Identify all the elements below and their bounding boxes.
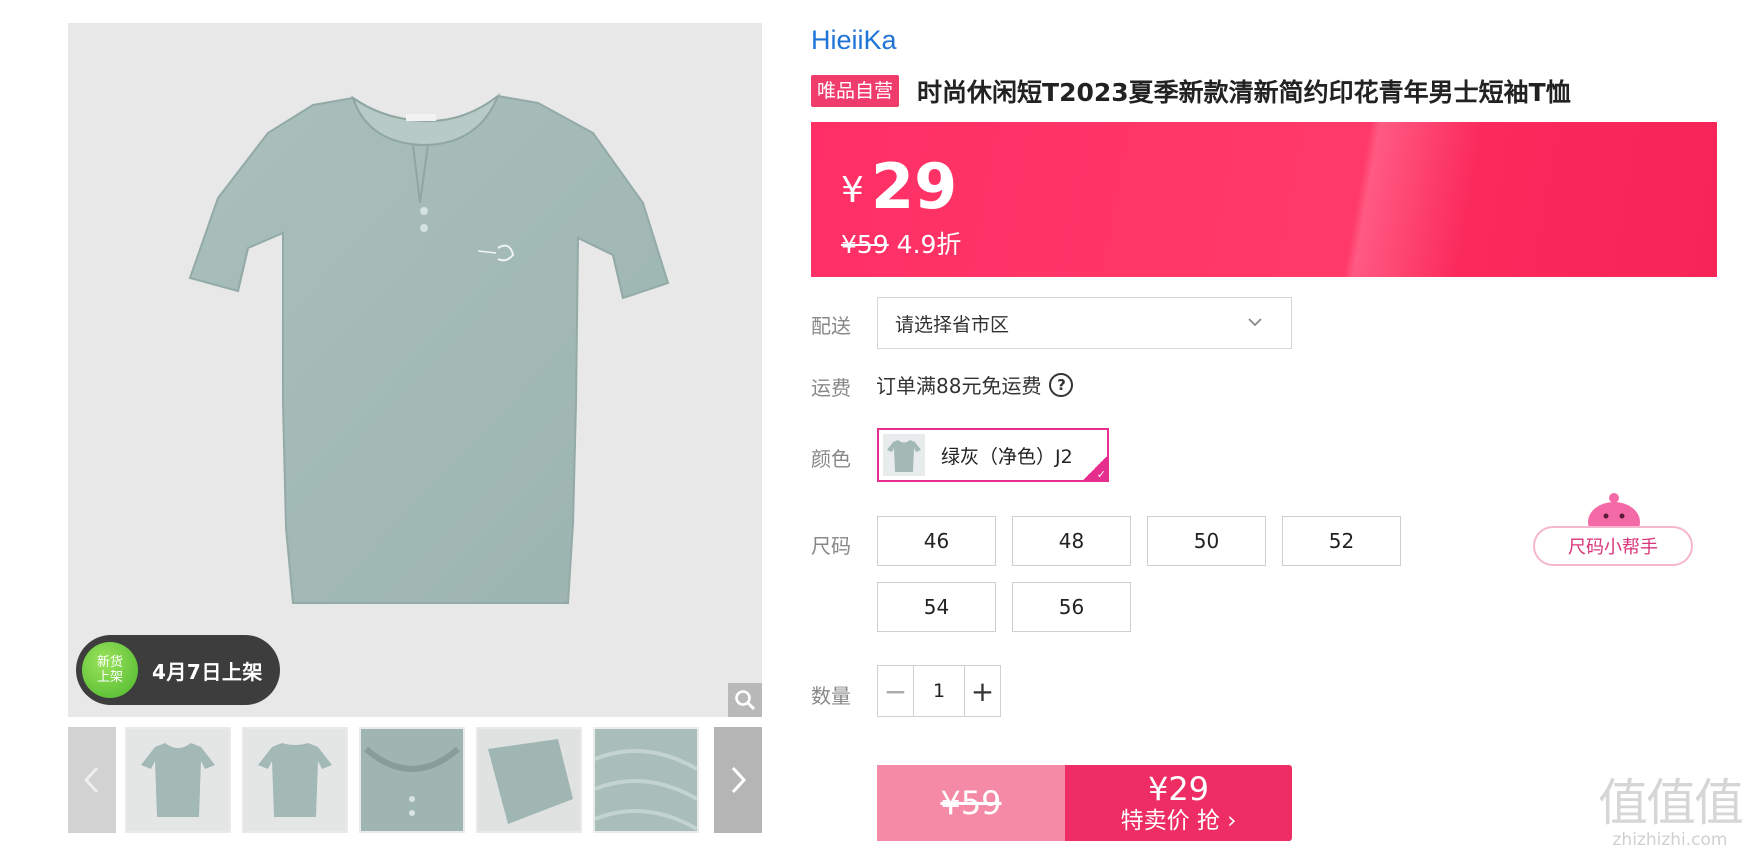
chevron-left-icon bbox=[83, 766, 99, 794]
color-swatch-image bbox=[883, 434, 925, 476]
currency-symbol: ¥ bbox=[841, 170, 864, 211]
collar-detail-thumb bbox=[361, 729, 463, 831]
title-row: 唯品自营 时尚休闲短T2023夏季新款清新简约印花青年男士短袖T恤 bbox=[811, 73, 1571, 109]
size-label: 尺码 bbox=[811, 534, 851, 558]
shipping-info: 订单满88元免运费 ? bbox=[876, 370, 1074, 399]
magnifier-icon bbox=[735, 690, 756, 711]
buy-cta-label: 特卖价 抢 › bbox=[1120, 808, 1237, 834]
color-option-selected[interactable]: 绿灰（净色）J2 ✓ bbox=[877, 428, 1109, 482]
brand-name[interactable]: HieiiKa bbox=[811, 25, 897, 56]
tshirt-image bbox=[188, 92, 670, 604]
thumbnail-back[interactable] bbox=[242, 727, 348, 833]
badge-line2: 上架 bbox=[96, 670, 123, 685]
thumb-next-button[interactable] bbox=[714, 727, 762, 833]
color-option-label: 绿灰（净色）J2 bbox=[941, 445, 1073, 468]
thumbnail-sleeve[interactable] bbox=[476, 727, 582, 833]
quantity-plus-button[interactable]: + bbox=[964, 666, 1000, 716]
buy-sale-price: ¥29 bbox=[1147, 770, 1210, 808]
original-price: ¥59 bbox=[841, 230, 889, 259]
size-option-52[interactable]: 52 bbox=[1282, 516, 1401, 566]
quantity-value[interactable]: 1 bbox=[914, 666, 964, 716]
size-option-54[interactable]: 54 bbox=[877, 582, 996, 632]
tshirt-front-thumb bbox=[127, 729, 229, 831]
chevron-right-icon bbox=[731, 766, 747, 794]
chevron-down-icon bbox=[1248, 318, 1262, 327]
region-placeholder: 请选择省市区 bbox=[895, 313, 1010, 336]
help-icon[interactable]: ? bbox=[1049, 372, 1074, 397]
badge-line1: 新货 bbox=[96, 655, 123, 670]
sleeve-detail-thumb bbox=[478, 729, 580, 831]
current-price: 29 bbox=[871, 150, 958, 223]
selected-corner: ✓ bbox=[1082, 455, 1107, 481]
thumbnail-collar[interactable] bbox=[359, 727, 465, 833]
size-option-46[interactable]: 46 bbox=[877, 516, 996, 566]
size-helper-button[interactable]: 尺码小帮手 bbox=[1533, 526, 1693, 566]
watermark: 值值值 zhizhizhi.com bbox=[1598, 774, 1744, 850]
quantity-label: 数量 bbox=[811, 684, 851, 708]
original-price-line: ¥59 4.9折 bbox=[841, 225, 961, 261]
delivery-label: 配送 bbox=[811, 314, 851, 338]
quantity-minus-button[interactable]: − bbox=[878, 666, 914, 716]
original-price-block: ¥59 bbox=[877, 765, 1065, 841]
new-arrival-icon: 新货 上架 bbox=[82, 642, 138, 698]
watermark-logo: 值值值 bbox=[1598, 774, 1744, 832]
zoom-button[interactable] bbox=[728, 683, 762, 717]
thumbnail-fabric[interactable] bbox=[593, 727, 699, 833]
thumb-prev-button[interactable] bbox=[68, 727, 116, 833]
arrival-date: 4月7日上架 bbox=[152, 659, 263, 684]
tshirt-back-thumb bbox=[244, 729, 346, 831]
shipping-text: 订单满88元免运费 bbox=[876, 374, 1042, 398]
checkmark-icon: ✓ bbox=[1096, 468, 1106, 481]
thumbnail-front[interactable] bbox=[125, 727, 231, 833]
main-product-image[interactable]: 新货 上架 4月7日上架 bbox=[68, 23, 762, 717]
self-operated-tag: 唯品自营 bbox=[811, 75, 900, 107]
quantity-stepper: − 1 + bbox=[877, 665, 1001, 717]
color-label: 颜色 bbox=[811, 447, 851, 471]
size-option-50[interactable]: 50 bbox=[1147, 516, 1266, 566]
buy-original-price: ¥59 bbox=[940, 784, 1002, 822]
watermark-url: zhizhizhi.com bbox=[1612, 830, 1728, 850]
product-title: 时尚休闲短T2023夏季新款清新简约印花青年男士短袖T恤 bbox=[917, 78, 1571, 107]
region-select[interactable]: 请选择省市区 bbox=[877, 297, 1292, 349]
discount: 4.9折 bbox=[896, 230, 962, 259]
size-option-56[interactable]: 56 bbox=[1012, 582, 1131, 632]
shipping-label: 运费 bbox=[811, 376, 851, 400]
thumbnail-strip bbox=[68, 727, 762, 833]
price-banner: ¥ 29 ¥59 4.9折 bbox=[811, 122, 1717, 277]
size-option-48[interactable]: 48 bbox=[1012, 516, 1131, 566]
fabric-detail-thumb bbox=[595, 729, 697, 831]
new-arrival-badge: 新货 上架 4月7日上架 bbox=[76, 635, 280, 705]
buy-now-button[interactable]: ¥29 特卖价 抢 › bbox=[1065, 765, 1292, 841]
